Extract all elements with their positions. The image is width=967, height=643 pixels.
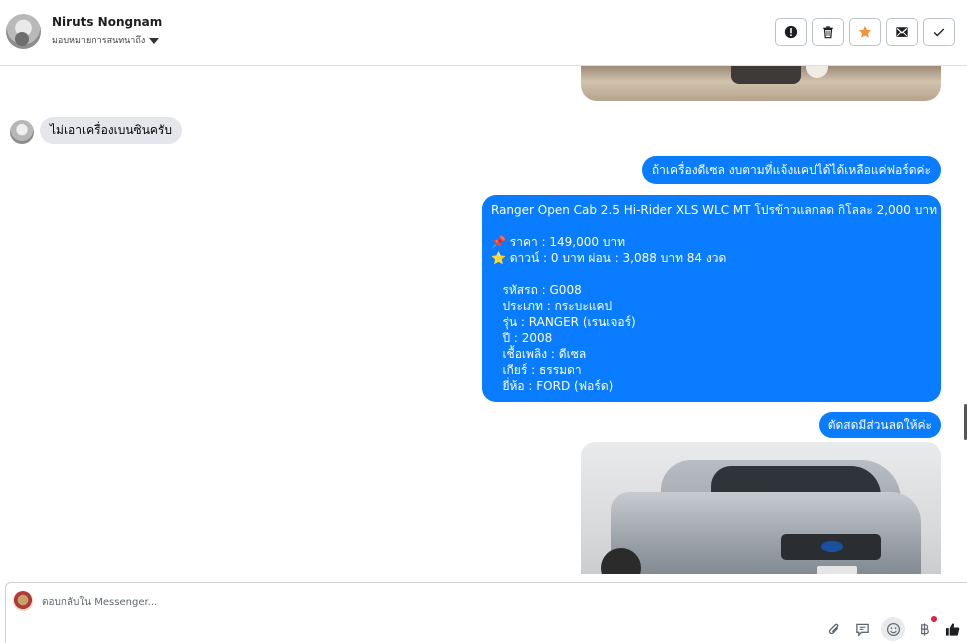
report-spam-button[interactable]: [775, 18, 807, 46]
star-icon: [858, 25, 872, 38]
assign-label: มอบหมายการสนทนาถึง: [52, 36, 146, 46]
attach-icon: [828, 623, 838, 634]
message-thread[interactable]: ไม่เอาเครื่องเบนซินครับ ถ้าเครื่องดีเซล …: [0, 66, 967, 574]
like-button[interactable]: [943, 620, 961, 638]
conversation-toolbar: [775, 18, 955, 46]
outgoing-listing-message[interactable]: Ranger Open Cab 2.5 Hi-Rider XLS WLC MT …: [482, 195, 967, 402]
sender-avatar: [10, 120, 34, 144]
baht-icon: [920, 622, 929, 636]
conversation-header: Niruts Nongnam มอบหมายการสนทนาถึง: [0, 0, 967, 66]
saved-reply-button[interactable]: [853, 620, 871, 638]
outgoing-message[interactable]: ตัดสดมีส่วนลดให้ค่ะ: [818, 412, 941, 438]
listing-line: รหัสรถ : G008: [491, 283, 582, 297]
page-avatar: [13, 591, 33, 611]
mark-done-button[interactable]: [923, 18, 955, 46]
listing-line: 📌 ราคา : 149,000 บาท: [491, 235, 626, 249]
contact-name[interactable]: Niruts Nongnam: [52, 15, 162, 29]
listing-line: ประเภท : กระบะแคป: [491, 299, 613, 313]
caret-down-icon: [149, 37, 160, 44]
inbox-conversation-view: Niruts Nongnam มอบหมายการสนทนาถึง ไม่เอา…: [0, 0, 967, 643]
listing-line: เกียร์ : ธรรมดา: [491, 363, 582, 377]
emoji-icon: [886, 622, 900, 636]
listing-line: [491, 266, 932, 282]
contact-avatar[interactable]: [6, 14, 41, 49]
ford-logo-icon: [821, 541, 843, 552]
star-button[interactable]: [849, 18, 881, 46]
like-icon: [945, 622, 959, 636]
listing-line: รุ่น : RANGER (เรนเจอร์): [491, 315, 636, 329]
reply-input[interactable]: [42, 592, 742, 612]
attach-button[interactable]: [825, 620, 843, 638]
trash-icon: [823, 26, 833, 39]
listing-line: ⭐ ดาวน์ : 0 บาท ผ่อน : 3,088 บาท 84 งวด: [491, 251, 727, 265]
listing-line: ยี่ห้อ : FORD (ฟอร์ด): [491, 379, 614, 393]
check-icon: [933, 28, 945, 37]
assign-conversation-dropdown[interactable]: มอบหมายการสนทนาถึง: [52, 33, 160, 47]
car-interior-photo[interactable]: [581, 66, 941, 101]
outgoing-message[interactable]: ถ้าเครื่องดีเซล งบตามที่แจ้งแคปได้ได้เหล…: [641, 156, 941, 184]
listing-line: Ranger Open Cab 2.5 Hi-Rider XLS WLC MT …: [491, 203, 967, 217]
pickup-truck-photo[interactable]: [581, 442, 941, 574]
mark-unread-button[interactable]: [886, 18, 918, 46]
alert-icon: [784, 25, 798, 39]
truck-body: [611, 492, 921, 574]
license-plate: [817, 566, 857, 574]
emoji-button[interactable]: [881, 617, 905, 641]
envelope-icon: [896, 27, 908, 37]
listing-line: [491, 218, 932, 234]
saved-reply-icon: [855, 623, 869, 637]
listing-line: ปี : 2008: [491, 331, 553, 345]
notification-dot: [931, 616, 937, 622]
payment-button[interactable]: [915, 616, 937, 638]
listing-line: เชื้อเพลิง : ดีเซล: [491, 347, 587, 361]
reply-composer: [5, 582, 967, 643]
composer-toolbar: [825, 616, 961, 641]
delete-button[interactable]: [812, 18, 844, 46]
incoming-message[interactable]: ไม่เอาเครื่องเบนซินครับ: [40, 117, 182, 144]
